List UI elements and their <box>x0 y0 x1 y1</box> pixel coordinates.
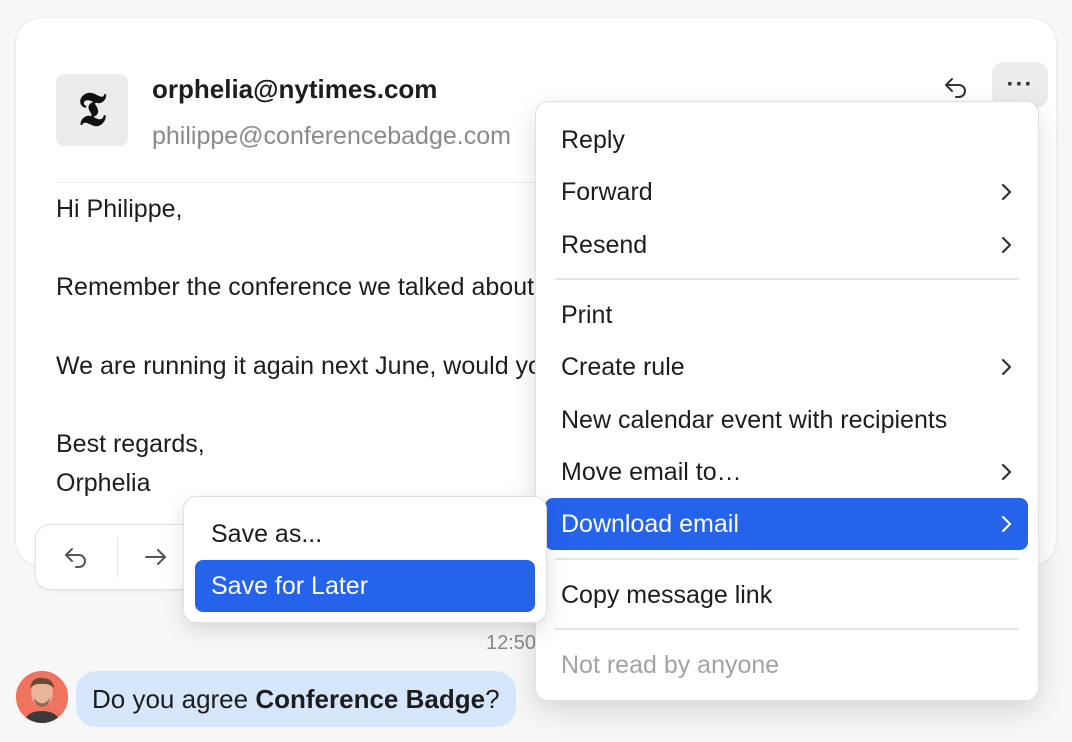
menu-item-copy-link[interactable]: Copy message link <box>545 569 1028 621</box>
menu-separator <box>555 278 1019 280</box>
menu-item-label: Save as... <box>211 519 323 548</box>
menu-separator <box>555 628 1019 630</box>
header-divider <box>56 182 556 183</box>
submenu-item-save-as[interactable]: Save as... <box>195 508 535 560</box>
chat-text-bold: Conference Badge <box>255 683 486 714</box>
menu-item-new-calendar-event[interactable]: New calendar event with recipients <box>545 394 1028 446</box>
quick-reply-button[interactable] <box>56 539 96 575</box>
menu-item-label: Print <box>561 300 613 329</box>
sender-logo: 𝕿 <box>56 74 128 146</box>
menu-separator <box>555 558 1019 560</box>
from-address: orphelia@nytimes.com <box>152 74 438 104</box>
email-body-line-2: We are running it again next June, would… <box>56 352 556 380</box>
menu-item-label: Create rule <box>561 352 685 381</box>
chevron-right-icon <box>1001 463 1012 481</box>
forward-arrow-icon <box>145 549 166 565</box>
person-avatar-icon <box>16 671 68 723</box>
action-bar-divider <box>117 537 118 577</box>
menu-item-read-status: Not read by anyone <box>545 639 1028 691</box>
menu-item-reply[interactable]: Reply <box>545 114 1028 166</box>
menu-item-download-email[interactable]: Download email <box>545 498 1028 550</box>
submenu-item-save-for-later[interactable]: Save for Later <box>195 560 535 612</box>
more-dots-icon: ··· <box>1006 71 1034 98</box>
avatar[interactable] <box>16 671 68 723</box>
nytimes-logo-glyph: 𝕿 <box>77 82 107 136</box>
quick-action-bar <box>36 525 206 589</box>
menu-item-label: New calendar event with recipients <box>561 405 948 434</box>
quick-forward-button[interactable] <box>136 539 176 575</box>
menu-item-move-email[interactable]: Move email to… <box>545 446 1028 498</box>
menu-item-label: Forward <box>561 177 653 206</box>
menu-item-label: Resend <box>561 230 648 259</box>
menu-item-print[interactable]: Print <box>545 289 1028 341</box>
chevron-right-icon <box>1001 358 1012 376</box>
menu-item-label: Move email to… <box>561 457 742 486</box>
message-timestamp: 12:50 <box>486 632 537 654</box>
chat-bubble: Do you agree Conference Badge ? <box>76 671 516 727</box>
reply-arrow-icon <box>945 78 966 98</box>
menu-item-label: Download email <box>561 509 739 538</box>
chevron-right-icon <box>1001 183 1012 201</box>
email-greeting: Hi Philippe, <box>56 195 183 223</box>
email-body-line-1: Remember the conference we talked about <box>56 273 535 301</box>
menu-item-resend[interactable]: Resend <box>545 219 1028 271</box>
email-signature: Orphelia <box>56 469 151 497</box>
chat-text-prefix: Do you agree <box>92 683 256 714</box>
menu-item-forward[interactable]: Forward <box>545 166 1028 218</box>
chevron-right-icon <box>1001 236 1012 254</box>
menu-item-create-rule[interactable]: Create rule <box>545 341 1028 393</box>
to-address: philippe@conferencebadge.com <box>152 122 511 150</box>
menu-item-label: Save for Later <box>211 571 369 600</box>
menu-item-label: Not read by anyone <box>561 650 780 679</box>
email-body-clip: 𝕿 orphelia@nytimes.com philippe@conferen… <box>16 18 556 566</box>
chat-text-suffix: ? <box>485 683 500 714</box>
email-context-menu: Reply Forward Resend Print Create rule N… <box>536 102 1038 700</box>
header-reply-button[interactable] <box>934 68 978 106</box>
email-signoff: Best regards, <box>56 430 205 458</box>
menu-item-label: Copy message link <box>561 580 773 609</box>
chevron-right-icon <box>1001 515 1012 533</box>
reply-arrow-icon <box>65 548 86 568</box>
download-submenu: Save as... Save for Later <box>184 497 546 622</box>
menu-item-label: Reply <box>561 125 625 154</box>
